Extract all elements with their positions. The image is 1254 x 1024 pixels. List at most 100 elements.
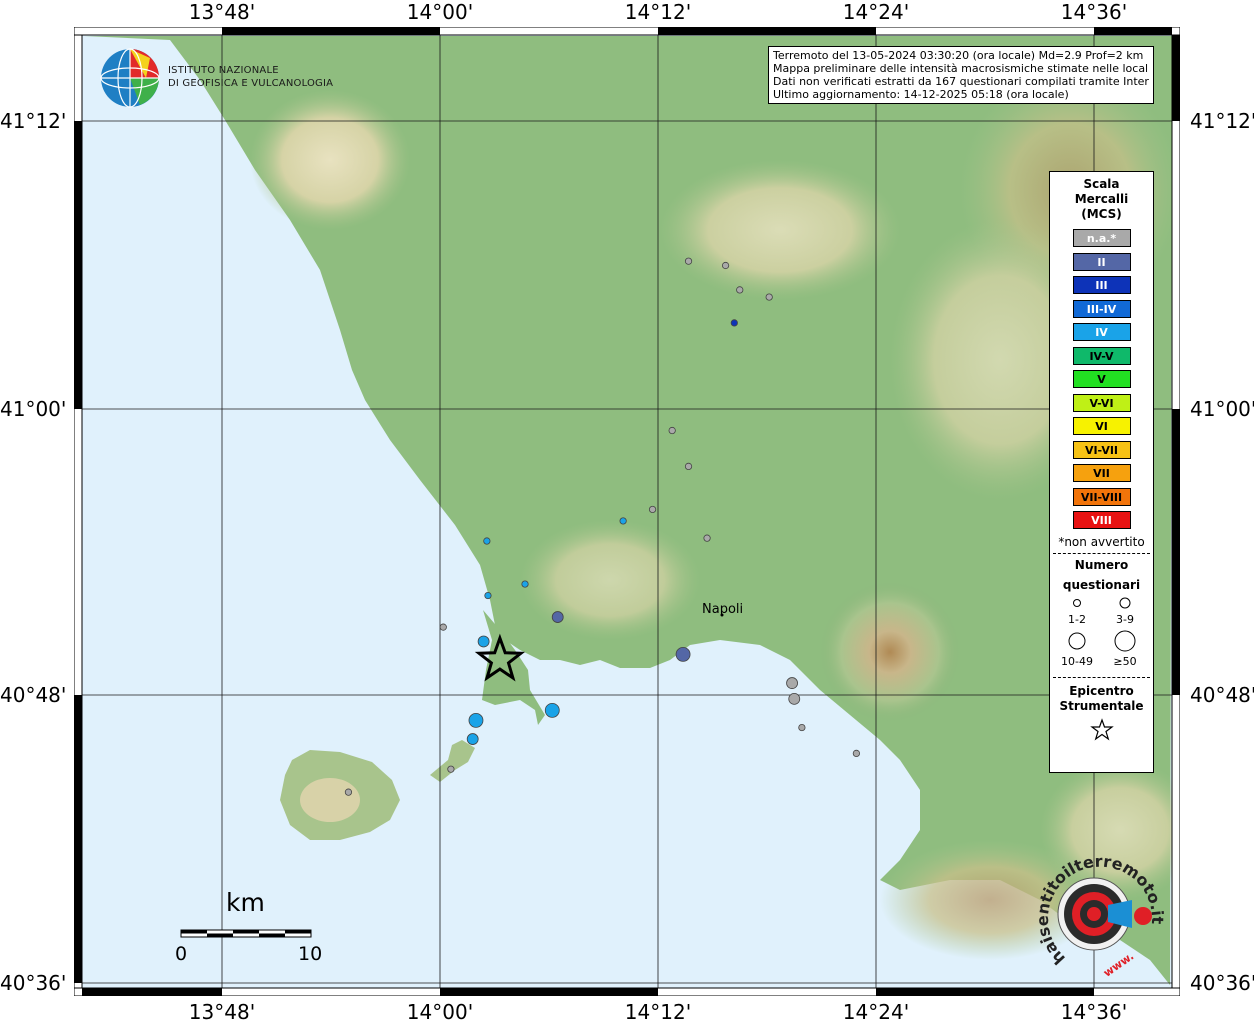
intensity-point-15[interactable] — [477, 635, 490, 648]
scale-bar — [180, 929, 312, 938]
intensity-point-14[interactable] — [439, 623, 447, 631]
intensity-point-21[interactable] — [466, 733, 479, 745]
intensity-point-3[interactable] — [765, 293, 773, 301]
legend-count-title1: Numero — [1074, 557, 1129, 572]
city-label-napoli: Napoli — [702, 602, 744, 617]
map-canvas[interactable] — [74, 27, 1180, 996]
legend-epicenter-title1: Epicentro — [1069, 683, 1134, 698]
legend-mcs-vi-8: VI — [1072, 417, 1131, 435]
lat-label-left-3: 40°48' — [0, 683, 67, 707]
legend-mcs-iv-4: IV — [1072, 323, 1131, 341]
scale-bar-unit: km — [226, 888, 265, 917]
event-info-line3: Dati non verificati estratti da 167 ques… — [773, 75, 1149, 88]
legend-mcs-v-6: V — [1072, 370, 1131, 388]
legend-count-title2: questionari — [1062, 577, 1141, 592]
size-label-1: 1-2 — [1068, 613, 1086, 626]
intensity-point-7[interactable] — [648, 505, 657, 514]
legend-star-icon — [1090, 717, 1114, 741]
legend-title-scala: Scala — [1083, 177, 1120, 191]
intensity-point-22[interactable] — [798, 723, 806, 732]
legend-size-symbols: 1-2 3-9 10-49 ≥50 — [1061, 597, 1137, 668]
legend-title-mcs: (MCS) — [1081, 207, 1122, 221]
event-info-box: Terremoto del 13-05-2024 03:30:20 (ora l… — [768, 46, 1154, 104]
lon-label-top-2: 14°00' — [406, 0, 474, 24]
legend-mcs-ii-1: II — [1072, 252, 1131, 271]
ingv-logo-globe — [100, 48, 160, 108]
legend-mcs-na-0: n.a.* — [1072, 229, 1131, 247]
intensity-point-5[interactable] — [668, 426, 676, 435]
intensity-point-19[interactable] — [544, 702, 560, 718]
intensity-point-16[interactable] — [675, 646, 691, 662]
size-label-2: 3-9 — [1116, 613, 1134, 626]
intensity-point-23[interactable] — [852, 749, 860, 758]
lat-label-left-4: 40°36' — [0, 971, 67, 995]
lon-label-bottom-1: 13°48' — [188, 1000, 256, 1024]
size-symbol-large — [1068, 632, 1086, 649]
intensity-point-13[interactable] — [551, 611, 564, 623]
size-symbol-small — [1073, 598, 1081, 607]
legend-not-felt-note: *non avvertito — [1058, 534, 1145, 549]
legend-mcs-iii-2: III — [1072, 276, 1131, 294]
lat-label-right-2: 41°00' — [1190, 397, 1254, 421]
lon-label-bottom-3: 14°12' — [624, 1000, 692, 1024]
intensity-point-17[interactable] — [786, 677, 798, 689]
lon-label-top-1: 13°48' — [188, 0, 256, 24]
legend-mcs-vii-10: VII — [1072, 464, 1131, 482]
lon-label-bottom-4: 14°24' — [842, 1000, 910, 1024]
intensity-point-9[interactable] — [703, 534, 711, 542]
intensity-point-18[interactable] — [788, 692, 801, 705]
relief-north-east — [660, 160, 900, 300]
event-info-line4: Ultimo aggiornamento: 14-12-2025 05:18 (… — [773, 88, 1069, 101]
size-label-3: 10-49 — [1061, 655, 1093, 668]
intensity-point-25[interactable] — [447, 765, 455, 773]
haisentito-watermark-text: haisentitoilterremoto.it www. — [1033, 852, 1167, 980]
event-info-line1: Terremoto del 13-05-2024 03:30:20 (ora l… — [773, 49, 1144, 62]
scale-bar-max: 10 — [298, 943, 323, 965]
intensity-point-11[interactable] — [521, 580, 529, 588]
intensity-point-12[interactable] — [484, 591, 492, 600]
lat-label-right-4: 40°36' — [1190, 971, 1254, 995]
institute-name-line2: DI GEOFISICA E VULCANOLOGIA — [168, 78, 334, 89]
intensity-point-0[interactable] — [684, 257, 693, 265]
size-symbol-medium — [1119, 597, 1131, 608]
relief-north — [250, 90, 410, 230]
legend-divider-2 — [1053, 676, 1150, 678]
legend-mcs-ivv-5: IV-V — [1072, 346, 1131, 365]
intensity-point-1[interactable] — [721, 261, 730, 270]
legend-mcs-viii-12: VIII — [1072, 511, 1131, 529]
legend-divider — [1053, 552, 1150, 554]
event-info-line2: Mappa preliminare delle intensità macros… — [773, 62, 1149, 75]
lat-label-left-1: 41°12' — [0, 109, 67, 133]
ischia-relief — [300, 778, 360, 822]
intensity-point-4[interactable] — [730, 319, 738, 327]
intensity-point-6[interactable] — [684, 462, 693, 470]
lat-label-right-1: 41°12' — [1190, 109, 1254, 133]
vesuvius — [820, 582, 960, 722]
size-symbol-xlarge — [1114, 630, 1136, 651]
legend-panel: Scala Mercalli (MCS) n.a.* II III III-IV IV I… — [1049, 171, 1154, 773]
legend-mcs-vvi-7: V-VI — [1072, 393, 1131, 412]
watermark-www: www. — [1101, 950, 1136, 980]
intensity-point-24[interactable] — [344, 788, 353, 796]
size-label-4: ≥50 — [1113, 655, 1136, 668]
lon-label-top-5: 14°36' — [1060, 0, 1128, 24]
legend-epicenter-title2: Strumentale — [1059, 698, 1144, 713]
legend-mcs-iiiiv-3: III-IV — [1072, 299, 1131, 318]
lon-label-bottom-5: 14°36' — [1060, 1000, 1128, 1024]
intensity-point-2[interactable] — [736, 286, 744, 294]
legend-mcs-list: n.a.* II III III-IV IV IV-V V V-VI VI VI-VII VII VI… — [1050, 229, 1153, 529]
legend-mcs-vivii-9: VI-VII — [1072, 440, 1131, 459]
lon-label-bottom-2: 14°00' — [406, 1000, 474, 1024]
legend-mcs-viiviii-11: VII-VIII — [1072, 487, 1131, 506]
svg-text:haisentitoilterremoto.it: haisentitoilterremoto.it — [1033, 852, 1167, 969]
scale-bar-min: 0 — [175, 943, 188, 965]
institute-name-line1: ISTITUTO NAZIONALE — [168, 65, 279, 76]
lat-label-left-2: 41°00' — [0, 397, 67, 421]
intensity-point-8[interactable] — [619, 517, 627, 525]
institute-name: ISTITUTO NAZIONALE DI GEOFISICA E VULCAN… — [168, 64, 333, 90]
lon-label-top-3: 14°12' — [624, 0, 692, 24]
watermark-site-text: haisentitoilterremoto.it — [1033, 852, 1167, 969]
intensity-point-20[interactable] — [468, 712, 484, 728]
intensity-point-10[interactable] — [483, 537, 491, 545]
relief-camaldoli — [520, 520, 700, 640]
